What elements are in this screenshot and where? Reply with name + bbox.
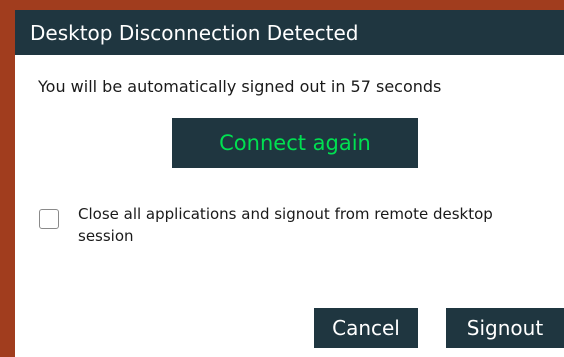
signout-countdown-message: You will be automatically signed out in … <box>38 77 442 96</box>
connect-again-button[interactable]: Connect again <box>172 118 418 168</box>
dialog-title: Desktop Disconnection Detected <box>30 21 359 45</box>
close-applications-label[interactable]: Close all applications and signout from … <box>78 203 548 247</box>
close-applications-checkbox[interactable] <box>39 209 59 229</box>
disconnection-dialog: Desktop Disconnection Detected You will … <box>15 10 564 357</box>
dialog-titlebar: Desktop Disconnection Detected <box>15 10 564 55</box>
cancel-button[interactable]: Cancel <box>314 308 418 348</box>
signout-button[interactable]: Signout <box>446 308 564 348</box>
